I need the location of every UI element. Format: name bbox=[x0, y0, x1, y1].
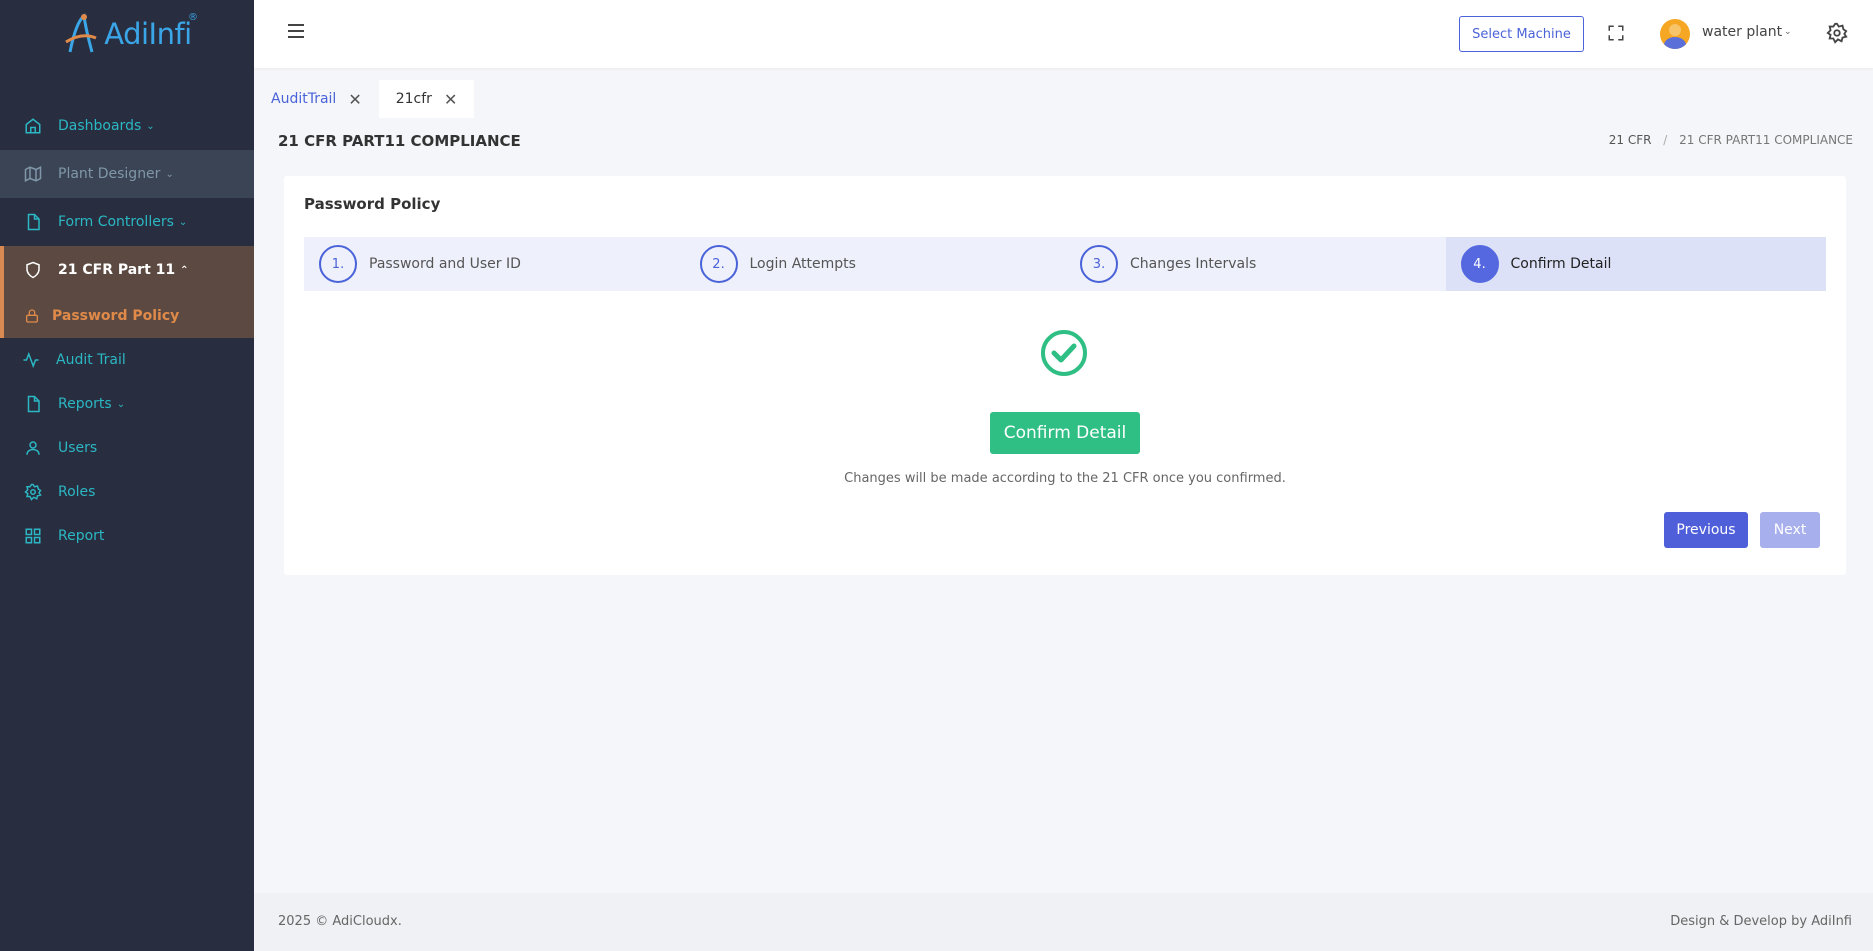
file-icon bbox=[27, 213, 40, 231]
footer-copyright: 2025 © AdiCloudx. bbox=[278, 914, 402, 929]
sidebar-item-21cfr-part11[interactable]: 21 CFR Part 11 ⌃ bbox=[0, 246, 254, 294]
sidebar-item-label: Dashboards bbox=[58, 118, 142, 134]
confirm-detail-button[interactable]: Confirm Detail bbox=[990, 412, 1140, 454]
card-title: Password Policy bbox=[304, 195, 441, 213]
chevron-up-icon: ⌃ bbox=[180, 264, 189, 276]
sidebar-item-password-policy[interactable]: Password Policy bbox=[0, 294, 254, 338]
sidebar-item-label: Plant Designer bbox=[58, 166, 161, 182]
breadcrumb-item-21cfr[interactable]: 21 CFR bbox=[1609, 133, 1652, 147]
logo[interactable]: AdiInfi ® bbox=[0, 0, 254, 68]
file-icon bbox=[27, 395, 40, 413]
chevron-down-icon: ⌄ bbox=[116, 398, 126, 410]
lock-icon bbox=[26, 309, 38, 323]
sidebar-item-report[interactable]: Report bbox=[0, 514, 254, 558]
next-button[interactable]: Next bbox=[1760, 512, 1820, 548]
sidebar-item-label: Report bbox=[58, 528, 105, 544]
map-icon bbox=[24, 166, 42, 182]
sidebar-item-dashboards[interactable]: Dashboards ⌄ bbox=[0, 102, 254, 150]
sidebar-item-label: 21 CFR Part 11 bbox=[58, 262, 176, 278]
chevron-down-icon: ⌄ bbox=[178, 216, 188, 228]
sidebar-item-roles[interactable]: Roles bbox=[0, 470, 254, 514]
sidebar-nav: Dashboards ⌄ Plant Designer ⌄ Form Contr… bbox=[0, 102, 254, 558]
breadcrumb: 21 CFR / 21 CFR PART11 COMPLIANCE bbox=[1609, 133, 1853, 147]
step-confirm-detail[interactable]: 4. Confirm Detail bbox=[1445, 237, 1826, 291]
check-circle-icon bbox=[1041, 330, 1087, 376]
step-label: Changes Intervals bbox=[1130, 256, 1257, 272]
step-label: Login Attempts bbox=[749, 256, 856, 272]
wizard-steps: 1. Password and User ID 2. Login Attempt… bbox=[304, 237, 1826, 291]
sidebar-item-users[interactable]: Users bbox=[0, 426, 254, 470]
step-number: 4. bbox=[1460, 245, 1499, 283]
user-icon bbox=[26, 441, 40, 455]
grid-icon bbox=[25, 528, 41, 544]
tab-audittrail[interactable]: AuditTrail ✕ bbox=[254, 80, 379, 118]
sidebar-item-label: Reports bbox=[58, 396, 112, 412]
tab-21cfr[interactable]: 21cfr ✕ bbox=[378, 80, 475, 118]
close-icon[interactable]: ✕ bbox=[444, 90, 457, 109]
sidebar-item-form-controllers[interactable]: Form Controllers ⌄ bbox=[0, 198, 254, 246]
home-icon bbox=[25, 118, 41, 134]
step-label: Password and User ID bbox=[369, 256, 521, 272]
sidebar-item-label: Form Controllers bbox=[58, 214, 174, 230]
step-login-attempts[interactable]: 2. Login Attempts bbox=[685, 237, 1066, 291]
close-icon[interactable]: ✕ bbox=[348, 90, 361, 109]
gear-icon bbox=[24, 483, 42, 501]
tab-bar: AuditTrail ✕ 21cfr ✕ bbox=[254, 80, 475, 118]
confirm-note: Changes will be made according to the 21… bbox=[844, 471, 1286, 486]
tab-label: AuditTrail bbox=[271, 91, 337, 107]
shield-icon bbox=[26, 261, 40, 279]
previous-button[interactable]: Previous bbox=[1664, 512, 1748, 548]
activity-icon bbox=[23, 351, 39, 369]
page-title: 21 CFR PART11 COMPLIANCE bbox=[278, 132, 521, 150]
footer: 2025 © AdiCloudx. Design & Develop by Ad… bbox=[254, 893, 1873, 951]
chevron-down-icon: ⌄ bbox=[146, 120, 155, 132]
step-number: 2. bbox=[699, 245, 738, 283]
select-machine-button[interactable]: Select Machine bbox=[1459, 16, 1584, 52]
hamburger-menu-icon[interactable] bbox=[288, 24, 304, 42]
sidebar-item-label: Audit Trail bbox=[56, 352, 126, 368]
password-policy-card: Password Policy 1. Password and User ID … bbox=[284, 176, 1846, 575]
chevron-down-icon: ⌄ bbox=[165, 168, 174, 180]
top-header: Select Machine water plant ⌄ bbox=[254, 0, 1873, 68]
logo-text: AdiInfi bbox=[104, 17, 192, 51]
step-label: Confirm Detail bbox=[1510, 256, 1612, 272]
step-changes-intervals[interactable]: 3. Changes Intervals bbox=[1065, 237, 1446, 291]
user-name[interactable]: water plant bbox=[1702, 24, 1782, 40]
breadcrumb-separator: / bbox=[1663, 133, 1668, 147]
sidebar-item-reports[interactable]: Reports ⌄ bbox=[0, 382, 254, 426]
step-number: 1. bbox=[319, 245, 357, 283]
sidebar-item-audit-trail[interactable]: Audit Trail bbox=[0, 338, 254, 382]
logo-mark-icon bbox=[65, 13, 97, 53]
sidebar: AdiInfi ® Dashboards ⌄ Plant Designer ⌄ … bbox=[0, 0, 254, 951]
sidebar-item-label: Roles bbox=[58, 484, 96, 500]
settings-gear-icon[interactable] bbox=[1826, 22, 1848, 44]
sidebar-item-label: Users bbox=[58, 440, 98, 456]
footer-credit: Design & Develop by AdiInfi bbox=[1670, 914, 1852, 929]
breadcrumb-item-current: 21 CFR PART11 COMPLIANCE bbox=[1679, 133, 1853, 147]
sidebar-item-label: Password Policy bbox=[52, 308, 180, 324]
fullscreen-icon[interactable] bbox=[1607, 24, 1625, 42]
chevron-down-icon[interactable]: ⌄ bbox=[1784, 27, 1792, 37]
tab-label: 21cfr bbox=[395, 91, 432, 107]
step-password-user-id[interactable]: 1. Password and User ID bbox=[304, 237, 685, 291]
avatar[interactable] bbox=[1660, 19, 1690, 49]
sidebar-item-plant-designer[interactable]: Plant Designer ⌄ bbox=[0, 150, 254, 198]
step-number: 3. bbox=[1080, 245, 1118, 283]
logo-registered-mark: ® bbox=[188, 12, 198, 23]
